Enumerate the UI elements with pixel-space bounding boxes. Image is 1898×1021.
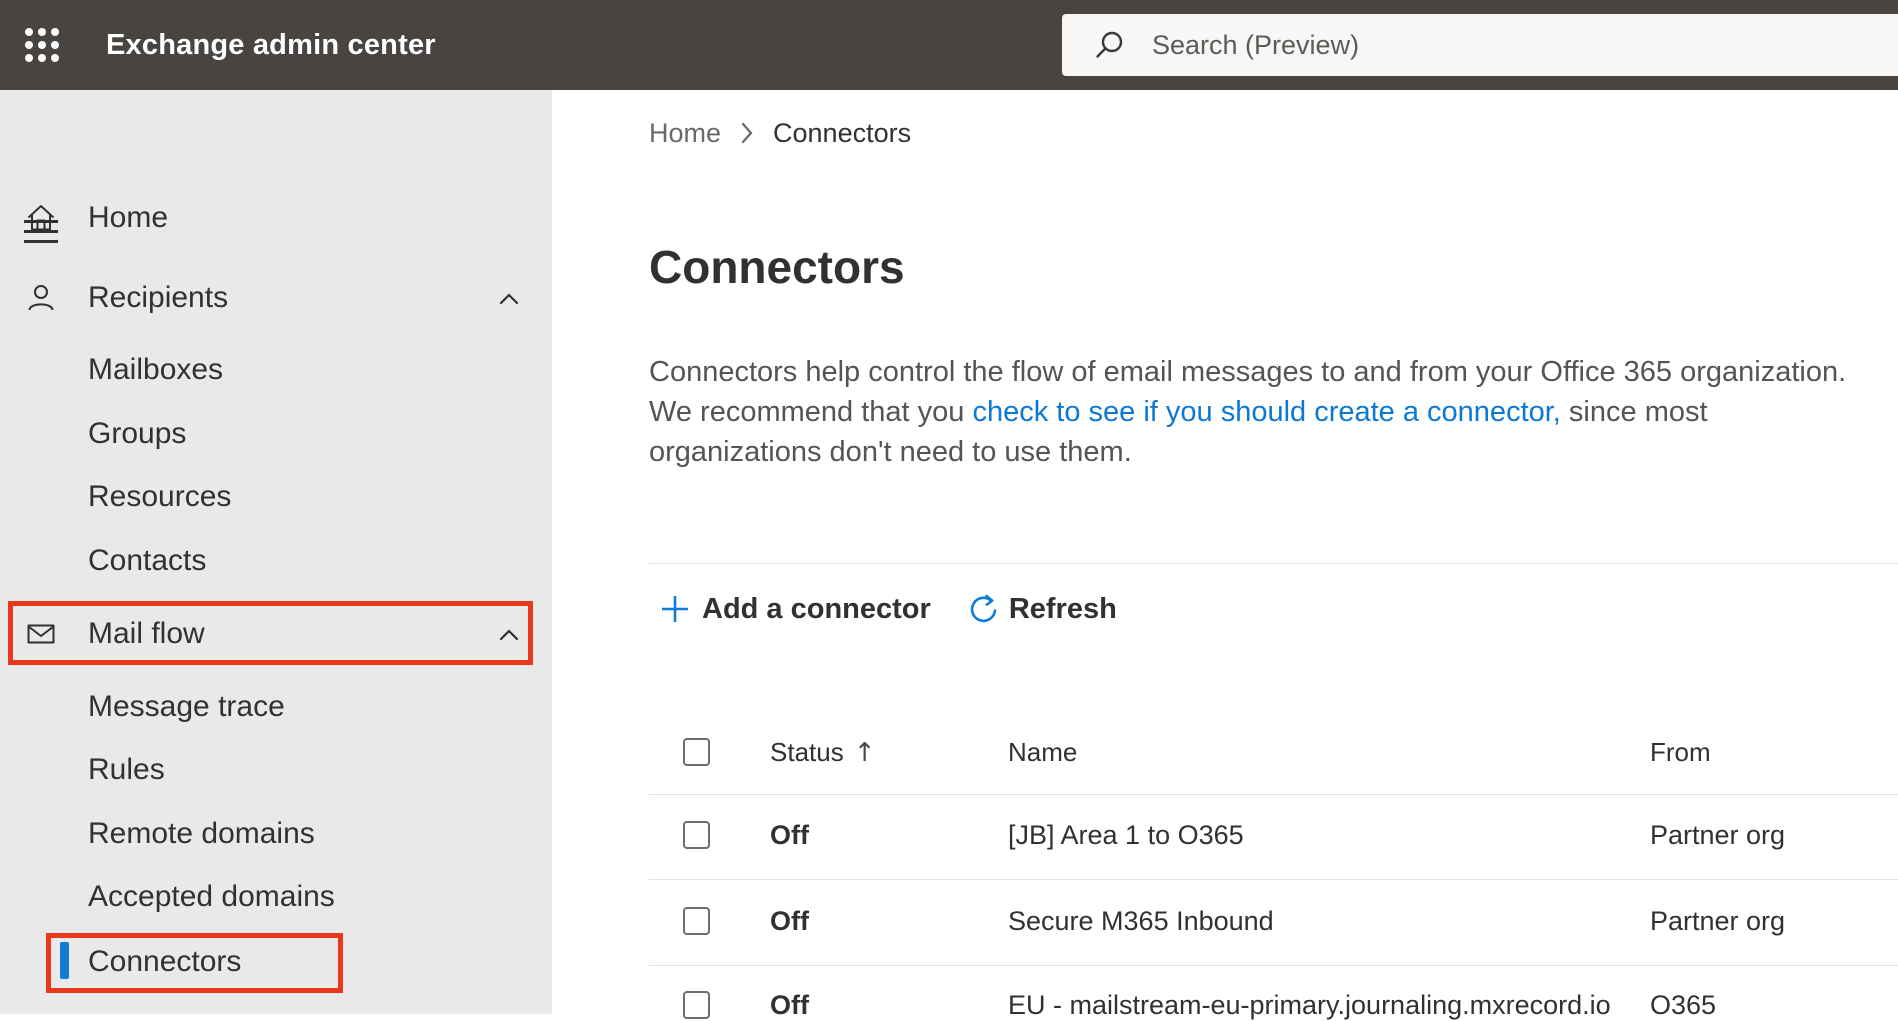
home-icon: [24, 201, 58, 235]
cell-name[interactable]: EU - mailstream-eu-primary.journaling.mx…: [1008, 990, 1611, 1021]
search-icon: [1096, 31, 1123, 58]
app-launcher-icon[interactable]: [24, 27, 60, 63]
cell-status: Off: [770, 906, 809, 936]
sidebar-item-recipients[interactable]: Recipients: [0, 270, 552, 326]
chevron-up-icon[interactable]: [494, 284, 524, 314]
sidebar-item-label: Mailboxes: [88, 353, 224, 386]
cell-name[interactable]: Secure M365 Inbound: [1008, 906, 1274, 937]
add-connector-label: Add a connector: [702, 592, 931, 625]
plus-icon: [662, 596, 688, 622]
sidebar-item-mailboxes[interactable]: Mailboxes: [0, 342, 552, 398]
select-all-checkbox[interactable]: [683, 738, 710, 766]
breadcrumb-home-link[interactable]: Home: [649, 118, 721, 149]
sidebar-item-groups[interactable]: Groups: [0, 406, 552, 462]
sidebar-item-mail-flow[interactable]: Mail flow: [0, 606, 552, 662]
chevron-up-icon[interactable]: [494, 620, 524, 650]
sidebar-item-home[interactable]: Home: [0, 190, 552, 246]
row-divider: [649, 965, 1898, 966]
mail-icon: [24, 617, 58, 651]
person-icon: [24, 281, 58, 315]
sidebar-item-rules[interactable]: Rules: [0, 742, 552, 798]
breadcrumb-current: Connectors: [773, 117, 912, 148]
row-divider: [649, 879, 1898, 880]
search-placeholder: Search (Preview): [1152, 29, 1360, 60]
cell-from: Partner org: [1650, 820, 1786, 850]
cell-from: O365: [1650, 990, 1717, 1020]
sidebar-item-label: Mail flow: [88, 617, 205, 650]
row-checkbox[interactable]: [683, 991, 710, 1019]
column-header-status[interactable]: Status ↑: [770, 737, 876, 768]
sidebar-item-label: Message trace: [88, 690, 285, 723]
sidebar-item-remote-domains[interactable]: Remote domains: [0, 806, 552, 862]
sort-ascending-icon: ↑: [853, 738, 876, 768]
refresh-icon: [970, 594, 997, 623]
column-header-name[interactable]: Name: [1008, 737, 1077, 768]
sidebar-nav: Home Recipients Mailboxes Groups Resourc…: [0, 90, 552, 1014]
sidebar-item-contacts[interactable]: Contacts: [0, 533, 552, 589]
cell-status: Off: [770, 820, 809, 850]
app-title: Exchange admin center: [106, 29, 436, 61]
sidebar-item-label: Home: [88, 201, 169, 234]
search-input[interactable]: Search (Preview): [1062, 14, 1898, 76]
breadcrumb: Home Connectors: [649, 116, 911, 150]
toolbar-divider: [649, 563, 1898, 564]
sidebar-item-resources[interactable]: Resources: [0, 469, 552, 525]
sidebar-item-label: Remote domains: [88, 817, 315, 850]
toolbar: Add a connector Refresh: [660, 586, 1117, 632]
refresh-label: Refresh: [1008, 592, 1117, 625]
header-divider: [649, 794, 1898, 795]
cell-from: Partner org: [1650, 906, 1786, 936]
sidebar-item-label: Resources: [88, 480, 232, 513]
top-app-bar: Exchange admin center Search (Preview): [0, 0, 1898, 90]
create-connector-link[interactable]: check to see if you should create a conn…: [972, 396, 1560, 428]
page-title: Connectors: [649, 241, 905, 293]
refresh-button[interactable]: Refresh: [967, 592, 1117, 626]
add-connector-button[interactable]: Add a connector: [660, 593, 931, 626]
breadcrumb-chevron-icon: [739, 120, 755, 146]
sidebar-item-label: Contacts: [88, 544, 207, 577]
sidebar-item-message-trace[interactable]: Message trace: [0, 679, 552, 735]
sidebar-item-label: Accepted domains: [88, 880, 335, 913]
row-checkbox[interactable]: [683, 907, 710, 935]
sidebar-item-accepted-domains[interactable]: Accepted domains: [0, 869, 552, 925]
sidebar-item-connectors[interactable]: Connectors: [0, 934, 552, 990]
sidebar-item-label: Groups: [88, 417, 187, 450]
sidebar-item-label: Connectors: [88, 945, 242, 978]
column-header-from[interactable]: From: [1650, 737, 1711, 768]
cell-name[interactable]: [JB] Area 1 to O365: [1008, 820, 1244, 851]
row-checkbox[interactable]: [683, 821, 710, 849]
sidebar-item-label: Recipients: [88, 281, 229, 314]
sidebar-item-label: Rules: [88, 753, 165, 786]
cell-status: Off: [770, 990, 809, 1020]
page-description: Connectors help control the flow of emai…: [649, 352, 1867, 472]
selected-item-indicator: [60, 942, 69, 979]
main-content: Home Connectors Connectors Connectors he…: [552, 90, 1898, 1020]
